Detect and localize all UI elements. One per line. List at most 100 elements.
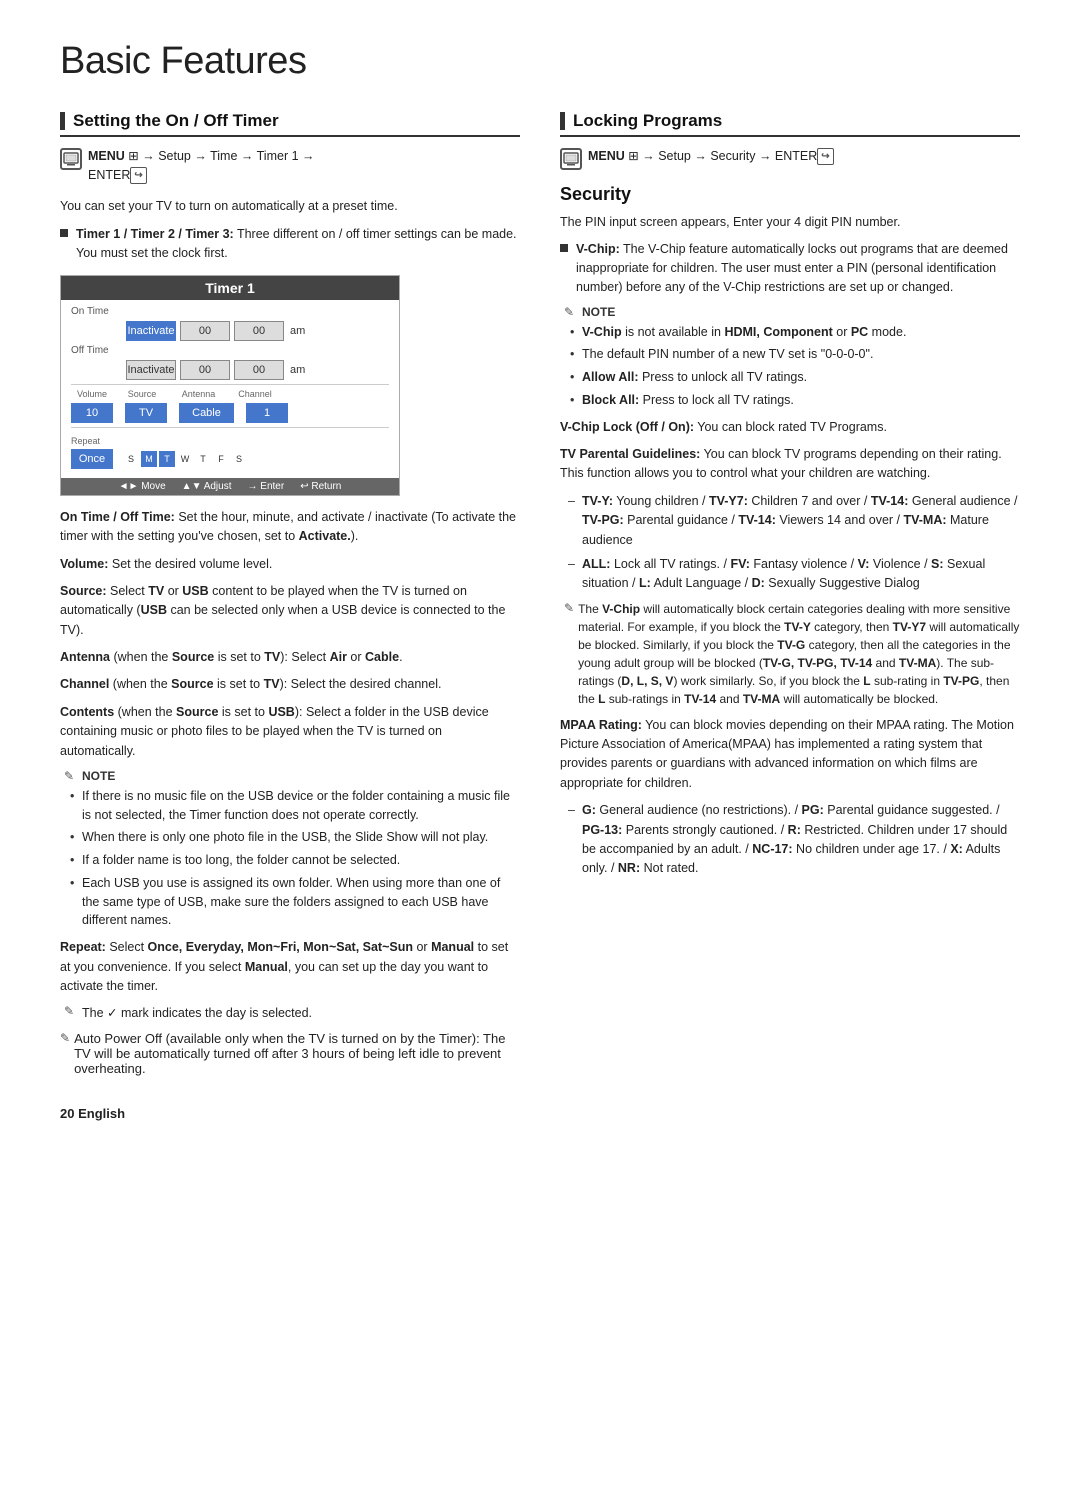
- source-val[interactable]: TV: [125, 403, 167, 423]
- dash-item-1: TV-Y: Young children / TV-Y7: Children 7…: [568, 492, 1020, 550]
- off-time-field1[interactable]: Inactivate: [126, 360, 176, 380]
- menu-arrow-timer: ⊞ → Setup → Time → Timer 1 →: [128, 149, 314, 163]
- note-block-right: ✎ NOTE V-Chip is not available in HDMI, …: [560, 305, 1020, 410]
- bullet-square-vchip: [560, 244, 568, 252]
- off-time-ampm: am: [290, 364, 305, 376]
- timer-title: Timer 1: [61, 276, 399, 300]
- note-item-3: If a folder name is too long, the folder…: [70, 851, 520, 870]
- section-bar-lock-icon: [560, 112, 565, 130]
- timer-grid: On Time Inactivate 00 00 am Off Time Ina…: [61, 300, 399, 478]
- repeat-val-days: Once S M T W T F S: [71, 449, 389, 469]
- off-time-fields: Inactivate 00 00 am: [71, 360, 389, 380]
- volume-text: Volume: Set the desired volume level.: [60, 555, 520, 574]
- security-title: Security: [560, 184, 1020, 205]
- volume-val[interactable]: 10: [71, 403, 113, 423]
- timer-intro: You can set your TV to turn on automatic…: [60, 197, 520, 216]
- page-footer: 20 English: [60, 1106, 1020, 1121]
- on-time-field2[interactable]: 00: [180, 321, 230, 341]
- enter-key-timer: ↪: [130, 167, 146, 184]
- page-language-text: English: [78, 1106, 125, 1121]
- note-label-right: NOTE: [582, 305, 615, 319]
- note-pencil-icon2: ✎: [60, 1004, 78, 1018]
- channel-text: Channel (when the Source is set to TV): …: [60, 675, 520, 694]
- volume-col-label: Volume: [71, 389, 113, 399]
- note-pencil-icon: ✎: [60, 769, 78, 783]
- mpaa-text: MPAA Rating: You can block movies depend…: [560, 716, 1020, 794]
- repeat-text: Repeat: Select Once, Everyday, Mon~Fri, …: [60, 938, 520, 996]
- antenna-text: Antenna (when the Source is set to TV): …: [60, 648, 520, 667]
- timer-vsac-labels: Volume Source Antenna Channel: [71, 389, 389, 399]
- right-column: Locking Programs MENU ⊞ → Setup → Securi…: [560, 111, 1020, 1076]
- note-sub-icon: ✎: [564, 601, 574, 615]
- off-time-label: Off Time: [71, 345, 126, 356]
- menu-icon-lock: [560, 148, 582, 170]
- mpaa-dash-list: G: General audience (no restrictions). /…: [560, 801, 1020, 879]
- bullet-square-timer: [60, 229, 68, 237]
- note-header-right: ✎ NOTE: [560, 305, 1020, 319]
- source-text: Source: Select TV or USB content to be p…: [60, 582, 520, 640]
- vchip-lock-text: V-Chip Lock (Off / On): You can block ra…: [560, 418, 1020, 437]
- menu-bold-timer: MENU: [88, 149, 125, 163]
- dash-item-2: ALL: Lock all TV ratings. / FV: Fantasy …: [568, 555, 1020, 594]
- on-time-row: On Time: [71, 306, 389, 317]
- on-off-time-text: On Time / Off Time: Set the hour, minute…: [60, 508, 520, 547]
- note-right-4: Block All: Press to lock all TV ratings.: [570, 391, 1020, 410]
- day-thu: T: [195, 451, 211, 467]
- note-label-timer: NOTE: [82, 769, 115, 783]
- menu-path-text-lock: MENU ⊞ → Setup → Security → ENTER↪: [588, 147, 834, 166]
- nav-return: ↩ Return: [300, 481, 341, 492]
- note-right-1: V-Chip is not available in HDMI, Compone…: [570, 323, 1020, 342]
- section-bar-icon: [60, 112, 65, 130]
- off-time-field2[interactable]: 00: [180, 360, 230, 380]
- channel-val[interactable]: 1: [246, 403, 288, 423]
- vchip-bullet-item: V-Chip: The V-Chip feature automatically…: [560, 240, 1020, 296]
- note-item-2: When there is only one photo file in the…: [70, 828, 520, 847]
- note-pencil-icon-right: ✎: [560, 305, 578, 319]
- vchip-bullet-text: V-Chip: The V-Chip feature automatically…: [576, 240, 1020, 296]
- menu-bold-lock: MENU: [588, 149, 625, 163]
- timer-days-row: S M T W T F S: [123, 451, 247, 467]
- antenna-val[interactable]: Cable: [179, 403, 234, 423]
- menu-tv-icon2: [563, 151, 579, 167]
- note-header-timer: ✎ NOTE: [60, 769, 520, 783]
- channel-col-label: Channel: [234, 389, 276, 399]
- section-header-lock: Locking Programs: [560, 111, 1020, 137]
- section-header-timer: Setting the On / Off Timer: [60, 111, 520, 137]
- auto-power-note: ✎ Auto Power Off (available only when th…: [60, 1031, 520, 1076]
- nav-move: ◄► Move: [119, 481, 166, 492]
- menu-arrow-lock: ⊞ → Setup → Security → ENTER↪: [628, 149, 833, 163]
- note-right-2: The default PIN number of a new TV set i…: [570, 345, 1020, 364]
- page-number: 20: [60, 1106, 74, 1121]
- enter-label-timer: ENTER↪: [88, 168, 147, 182]
- menu-icon-timer: [60, 148, 82, 170]
- checkmark-text: The ✓ mark indicates the day is selected…: [82, 1004, 312, 1023]
- on-time-field3[interactable]: 00: [234, 321, 284, 341]
- section-title-lock: Locking Programs: [573, 111, 722, 131]
- antenna-col-label: Antenna: [171, 389, 226, 399]
- repeat-val[interactable]: Once: [71, 449, 113, 469]
- on-time-label: On Time: [71, 306, 126, 317]
- note-list-timer: If there is no music file on the USB dev…: [60, 787, 520, 930]
- page-title: Basic Features: [60, 40, 1020, 83]
- timer-vsac-vals: 10 TV Cable 1: [71, 403, 389, 423]
- day-tue: T: [159, 451, 175, 467]
- timer-ui-box: Timer 1 On Time Inactivate 00 00 am Off …: [60, 275, 400, 496]
- mpaa-dash-item-1: G: General audience (no restrictions). /…: [568, 801, 1020, 879]
- menu-path-timer: MENU ⊞ → Setup → Time → Timer 1 → ENTER↪: [60, 147, 520, 185]
- on-time-ampm: am: [290, 325, 305, 337]
- day-sun: S: [123, 451, 139, 467]
- source-col-label: Source: [121, 389, 163, 399]
- checkmark-note: ✎ The ✓ mark indicates the day is select…: [60, 1004, 520, 1023]
- auto-power-text: Auto Power Off (available only when the …: [74, 1031, 520, 1076]
- off-time-field3[interactable]: 00: [234, 360, 284, 380]
- note-pencil-icon3: ✎: [60, 1031, 70, 1045]
- note-block-timer: ✎ NOTE If there is no music file on the …: [60, 769, 520, 930]
- on-time-field1[interactable]: Inactivate: [126, 321, 176, 341]
- timer-divider1: [71, 384, 389, 385]
- vchip-bullet-block: V-Chip: The V-Chip feature automatically…: [560, 240, 1020, 296]
- off-time-row: Off Time: [71, 345, 389, 356]
- timer-nav-bar: ◄► Move ▲▼ Adjust → Enter ↩ Return: [61, 478, 399, 495]
- on-time-fields: Inactivate 00 00 am: [71, 321, 389, 341]
- tv-parental-text: TV Parental Guidelines: You can block TV…: [560, 445, 1020, 484]
- repeat-row: Repeat: [71, 432, 389, 447]
